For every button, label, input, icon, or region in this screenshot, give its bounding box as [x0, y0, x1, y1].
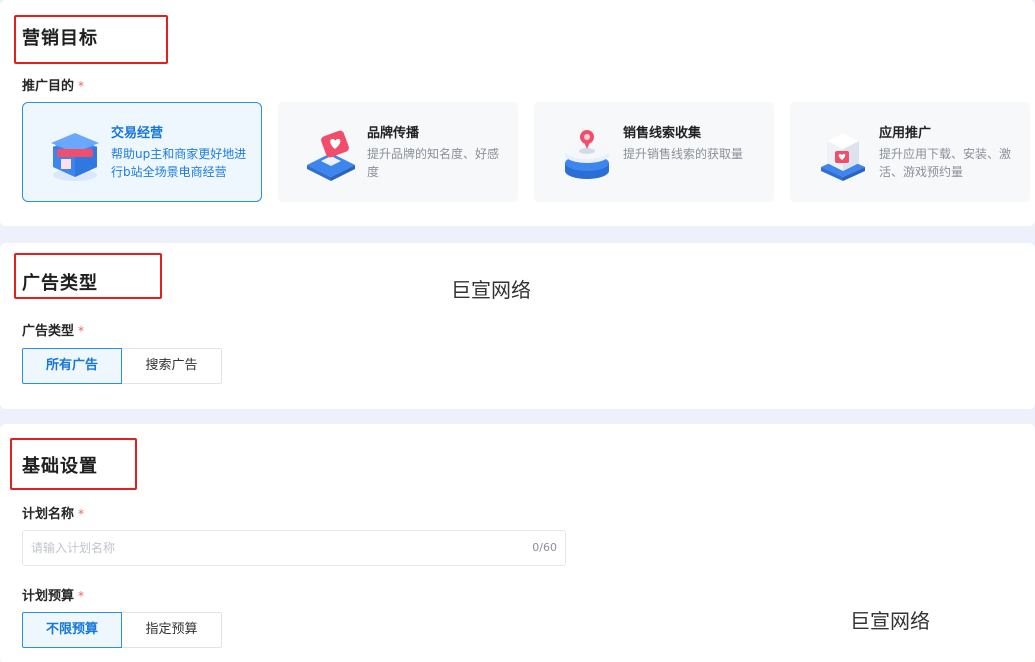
budget-selector: 不限预算 指定预算 — [22, 612, 222, 648]
ad-type-selector: 所有广告 搜索广告 — [22, 348, 222, 384]
section-title-goal: 营销目标 — [22, 28, 98, 49]
box-store-icon — [51, 133, 99, 181]
goal-title: 品牌传播 — [367, 126, 420, 141]
section-title-ad-type: 广告类型 — [22, 273, 98, 294]
goal-desc: 帮助up主和商家更好地进行b站全场景电商经营 — [111, 147, 247, 179]
marketing-goal-card: 营销目标 推广目的 * 交易经营 帮助up主和商家更好地进行b站全场景电商经营 品… — [0, 0, 1035, 226]
heart-badge-icon — [307, 130, 355, 181]
watermark-text: 巨宣网络 — [850, 609, 930, 633]
required-mark: * — [78, 507, 85, 521]
goal-title: 销售线索收集 — [623, 126, 702, 141]
location-stack-icon — [565, 130, 609, 179]
goal-option-brand[interactable]: 品牌传播 提升品牌的知名度、好感度 — [278, 102, 518, 202]
goal-title: 交易经营 — [111, 126, 164, 141]
char-counter: 0/60 — [532, 541, 557, 554]
required-mark: * — [78, 324, 85, 338]
goal-desc: 提升品牌的知名度、好感度 — [367, 147, 500, 179]
goal-desc: 提升应用下载、安装、激活、游戏预约量 — [879, 147, 1012, 179]
goal-option-app[interactable]: 应用推广 提升应用下载、安装、激活、游戏预约量 — [790, 102, 1030, 202]
field-label-plan-name: 计划名称 * — [22, 507, 85, 522]
goal-option-leads[interactable]: 销售线索收集 提升销售线索的获取量 — [534, 102, 774, 202]
plan-name-field[interactable]: 0/60 — [22, 530, 566, 566]
budget-unlimited-button[interactable]: 不限预算 — [22, 612, 122, 648]
goal-title: 应用推广 — [879, 126, 932, 141]
required-mark: * — [78, 589, 85, 603]
required-mark: * — [78, 79, 85, 93]
field-label-budget: 计划预算 * — [22, 589, 85, 604]
ad-type-search-button[interactable]: 搜索广告 — [122, 348, 222, 384]
ad-type-card: 广告类型 广告类型 * 所有广告 搜索广告 — [0, 243, 1035, 409]
watermark-text: 巨宣网络 — [451, 278, 531, 302]
goal-desc: 提升销售线索的获取量 — [623, 147, 744, 161]
field-label-ad-type: 广告类型 * — [22, 324, 85, 339]
section-title-basic: 基础设置 — [22, 456, 98, 477]
ad-type-all-button[interactable]: 所有广告 — [22, 348, 122, 384]
budget-specified-button[interactable]: 指定预算 — [122, 612, 222, 648]
field-label-purpose: 推广目的 * — [22, 79, 85, 94]
goal-option-trade[interactable]: 交易经营 帮助up主和商家更好地进行b站全场景电商经营 — [22, 102, 262, 202]
app-cube-icon — [821, 133, 865, 181]
plan-name-input[interactable] — [31, 531, 511, 565]
